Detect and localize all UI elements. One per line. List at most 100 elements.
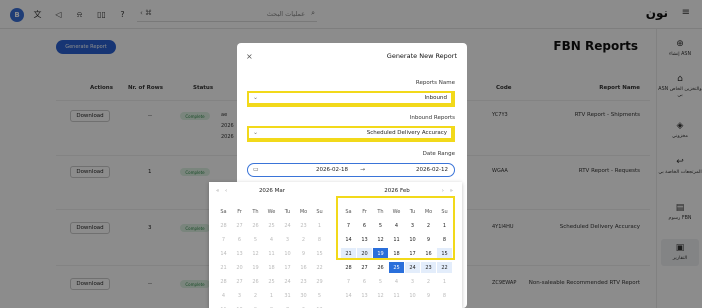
calendar-day[interactable]: 22 bbox=[437, 262, 452, 273]
calendar-day[interactable]: 23 bbox=[296, 220, 311, 231]
calendar-day[interactable]: 25 bbox=[264, 220, 279, 231]
calendar-day[interactable]: 6 bbox=[357, 220, 372, 231]
close-icon[interactable]: × bbox=[246, 52, 253, 61]
report-name-select[interactable]: ⌄ Inbound bbox=[247, 91, 453, 105]
calendar-day[interactable]: 14 bbox=[216, 248, 231, 259]
calendar-day[interactable]: 3 bbox=[280, 234, 295, 245]
calendar-day[interactable]: 8 bbox=[437, 234, 452, 245]
calendar-day[interactable]: 28 bbox=[216, 220, 231, 231]
calendar-day[interactable]: 13 bbox=[357, 290, 372, 301]
calendar-day[interactable]: 11 bbox=[264, 248, 279, 259]
calendar-day[interactable]: 12 bbox=[312, 304, 327, 308]
calendar-day[interactable]: 28 bbox=[341, 262, 356, 273]
calendar-day[interactable]: 11 bbox=[389, 290, 404, 301]
calendar-day[interactable]: 8 bbox=[264, 304, 279, 308]
calendar-day[interactable]: 19 bbox=[248, 262, 263, 273]
calendar-day[interactable]: 5 bbox=[373, 276, 388, 287]
calendar-day[interactable]: 7 bbox=[341, 276, 356, 287]
calendar-day[interactable]: 17 bbox=[405, 248, 420, 259]
calendar-day[interactable]: 23 bbox=[296, 276, 311, 287]
calendar-day[interactable]: 10 bbox=[280, 248, 295, 259]
calendar-day[interactable]: 4 bbox=[216, 290, 231, 301]
calendar-day[interactable]: 1 bbox=[312, 220, 327, 231]
calendar-day[interactable]: 12 bbox=[373, 234, 388, 245]
calendar-day[interactable]: 14 bbox=[341, 290, 356, 301]
calendar-day[interactable]: 7 bbox=[341, 220, 356, 231]
calendar-day[interactable]: 27 bbox=[232, 276, 247, 287]
calendar-day[interactable]: 7 bbox=[280, 304, 295, 308]
calendar-day[interactable]: 18 bbox=[264, 262, 279, 273]
day-of-week-label: Fr bbox=[237, 208, 242, 215]
calendar-day[interactable]: 11 bbox=[216, 304, 231, 308]
calendar-day[interactable]: 20 bbox=[357, 248, 372, 259]
calendar-day[interactable]: 4 bbox=[389, 276, 404, 287]
calendar-day[interactable]: 9 bbox=[296, 248, 311, 259]
calendar-day[interactable]: 9 bbox=[421, 234, 436, 245]
calendar-day[interactable]: 4 bbox=[389, 220, 404, 231]
calendar-day[interactable]: 19 bbox=[373, 248, 388, 259]
calendar-day[interactable]: 25 bbox=[389, 262, 404, 273]
calendar-day[interactable]: 2 bbox=[421, 220, 436, 231]
calendar-day[interactable]: 15 bbox=[437, 248, 452, 259]
calendar-day[interactable]: 13 bbox=[232, 248, 247, 259]
calendar-day[interactable]: 17 bbox=[280, 262, 295, 273]
calendar-day[interactable]: 3 bbox=[232, 290, 247, 301]
calendar-day[interactable]: 24 bbox=[280, 220, 295, 231]
date-end[interactable]: 2026-02-12 bbox=[416, 167, 448, 173]
date-range-picker[interactable]: ▭ 2026-02-18 → 2026-02-12 bbox=[247, 163, 455, 177]
calendar-day[interactable]: 26 bbox=[248, 276, 263, 287]
calendar-day[interactable]: 5 bbox=[373, 220, 388, 231]
calendar-day[interactable]: 3 bbox=[405, 276, 420, 287]
calendar-day[interactable]: 24 bbox=[280, 276, 295, 287]
calendar-day[interactable]: 25 bbox=[264, 276, 279, 287]
calendar-day[interactable]: 10 bbox=[232, 304, 247, 308]
calendar-day[interactable]: 31 bbox=[280, 290, 295, 301]
calendar-day[interactable]: 24 bbox=[405, 262, 420, 273]
calendar-day[interactable]: 28 bbox=[216, 276, 231, 287]
calendar-day[interactable]: 26 bbox=[373, 262, 388, 273]
calendar-day[interactable]: 16 bbox=[421, 248, 436, 259]
calendar-day[interactable]: 22 bbox=[312, 262, 327, 273]
calendar-day[interactable]: 20 bbox=[232, 262, 247, 273]
calendar-day[interactable]: 21 bbox=[341, 248, 356, 259]
next-year-icon[interactable]: » bbox=[450, 188, 453, 194]
calendar-day[interactable]: 3 bbox=[405, 220, 420, 231]
calendar-day[interactable]: 6 bbox=[357, 276, 372, 287]
calendar-day[interactable]: 2 bbox=[248, 290, 263, 301]
inbound-reports-select[interactable]: ⌄ Scheduled Delivery Accuracy bbox=[247, 126, 453, 140]
calendar-day[interactable]: 1 bbox=[264, 290, 279, 301]
calendar-day[interactable]: 10 bbox=[405, 290, 420, 301]
date-start[interactable]: 2026-02-18 bbox=[316, 167, 348, 173]
calendar-day[interactable]: 1 bbox=[437, 276, 452, 287]
calendar-day[interactable]: 6 bbox=[296, 304, 311, 308]
calendar-day[interactable]: 16 bbox=[296, 262, 311, 273]
calendar-day[interactable]: 6 bbox=[232, 234, 247, 245]
calendar-day[interactable]: 2 bbox=[421, 276, 436, 287]
calendar-day[interactable]: 10 bbox=[405, 234, 420, 245]
calendar-day[interactable]: 14 bbox=[341, 234, 356, 245]
calendar-day[interactable]: 26 bbox=[248, 220, 263, 231]
calendar-day[interactable]: 27 bbox=[357, 262, 372, 273]
calendar-day[interactable]: 2 bbox=[296, 234, 311, 245]
calendar-day[interactable]: 1 bbox=[437, 220, 452, 231]
calendar-day[interactable]: 11 bbox=[389, 234, 404, 245]
calendar-day[interactable]: 12 bbox=[248, 248, 263, 259]
calendar-day[interactable]: 8 bbox=[437, 290, 452, 301]
calendar-day[interactable]: 23 bbox=[421, 262, 436, 273]
calendar-day[interactable]: 27 bbox=[232, 220, 247, 231]
calendar-day[interactable]: 7 bbox=[216, 234, 231, 245]
calendar-day[interactable]: 15 bbox=[312, 248, 327, 259]
calendar-day[interactable]: 12 bbox=[373, 290, 388, 301]
calendar-day[interactable]: 8 bbox=[312, 234, 327, 245]
calendar-day[interactable]: 18 bbox=[389, 248, 404, 259]
calendar-day[interactable]: 9 bbox=[248, 304, 263, 308]
calendar-day[interactable]: 21 bbox=[216, 262, 231, 273]
calendar-day[interactable]: 29 bbox=[312, 276, 327, 287]
calendar-day[interactable]: 4 bbox=[264, 234, 279, 245]
calendar-day[interactable]: 9 bbox=[421, 290, 436, 301]
next-month-icon[interactable]: › bbox=[442, 188, 444, 194]
calendar-day[interactable]: 13 bbox=[357, 234, 372, 245]
calendar-day[interactable]: 5 bbox=[312, 290, 327, 301]
calendar-day[interactable]: 5 bbox=[248, 234, 263, 245]
calendar-day[interactable]: 30 bbox=[296, 290, 311, 301]
